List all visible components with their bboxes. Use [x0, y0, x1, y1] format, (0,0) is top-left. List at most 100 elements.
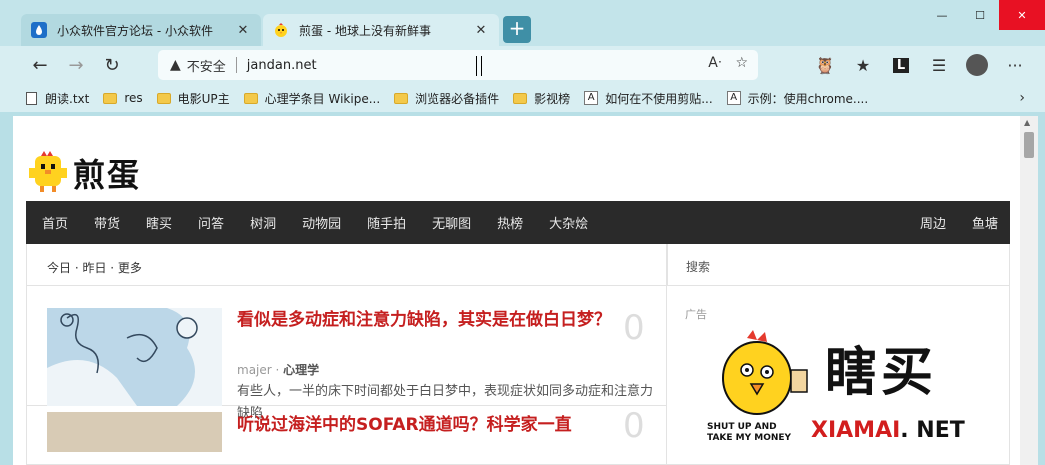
comment-count[interactable]: 0	[623, 406, 645, 446]
droplet-icon	[31, 22, 47, 38]
nav-item[interactable]: 随手拍	[367, 213, 406, 232]
folder-icon	[243, 92, 258, 104]
post-thumbnail[interactable]	[47, 412, 222, 452]
nav-item[interactable]: 树洞	[250, 213, 276, 232]
post-meta: majer · 心理学	[237, 363, 320, 377]
url-text[interactable]: jandan.net	[247, 58, 317, 73]
sidebar: 搜索 广告 瞎买 SHUT UP AND TAKE MY MONEY XIAMA…	[667, 244, 1010, 465]
browser-window: 小众软件官方论坛 - 小众软件 ✕ 煎蛋 - 地球上没有新鲜事 ✕ + — ☐ …	[0, 0, 1045, 465]
bookmark-label: 心理学条目 Wikipe...	[264, 91, 381, 106]
folder-icon	[394, 92, 409, 104]
comment-count[interactable]: 0	[623, 308, 645, 348]
nav-item[interactable]: 问答	[198, 213, 224, 232]
nav-item[interactable]: 瞎买	[146, 213, 172, 232]
nav-item[interactable]: 无聊图	[432, 213, 471, 232]
document-icon	[26, 91, 37, 105]
address-actions: Aᐧ ☆	[708, 55, 748, 71]
folder-icon	[513, 92, 528, 104]
close-tab-icon[interactable]: ✕	[473, 23, 489, 38]
post-list: 今日 · 昨日 · 更多 看似是多动症和注意力缺陷，其实是在做白日梦？ 0 ma…	[26, 244, 667, 465]
post-thumbnail[interactable]	[47, 308, 222, 406]
bookmark-item[interactable]: A 如何在不使用剪贴...	[584, 90, 713, 107]
bookmarks-bar: 朗读.txt res 电影UP主 心理学条目 Wikipe... 浏览器必备插件…	[0, 84, 1045, 112]
tab-xiaozhong[interactable]: 小众软件官方论坛 - 小众软件 ✕	[21, 14, 261, 46]
chick-logo-icon	[29, 151, 67, 192]
bookmark-item[interactable]: 朗读.txt	[26, 90, 89, 107]
post-title[interactable]: 听说过海洋中的SOFAR通道吗？科学家一直	[237, 410, 572, 435]
nav-item[interactable]: 动物园	[302, 213, 341, 232]
close-tab-icon[interactable]: ✕	[235, 23, 251, 38]
ad-domain: XIAMAI. NET	[811, 418, 965, 443]
bookmark-label: 如何在不使用剪贴...	[605, 91, 713, 106]
read-aloud-icon[interactable]: Aᐧ	[708, 55, 721, 71]
bookmark-label: 影视榜	[534, 91, 571, 106]
search-header[interactable]: 搜索	[667, 244, 1009, 286]
post-list-tabs[interactable]: 今日 · 昨日 · 更多	[27, 244, 666, 286]
ad-banner[interactable]: 瞎买 SHUT UP AND TAKE MY MONEY XIAMAI. NET	[707, 330, 967, 465]
site-logo[interactable]: 煎蛋	[25, 150, 141, 196]
bookmark-item[interactable]: 浏览器必备插件	[394, 90, 499, 107]
ad-title: 瞎买	[825, 343, 938, 403]
minimize-icon[interactable]: —	[923, 0, 961, 30]
add-favorite-icon[interactable]: ☆	[735, 55, 748, 71]
new-tab-button[interactable]: +	[503, 16, 531, 43]
folder-icon	[103, 92, 118, 104]
post-title[interactable]: 看似是多动症和注意力缺陷，其实是在做白日梦？	[237, 308, 632, 332]
post-author[interactable]: majer	[237, 363, 272, 377]
back-icon[interactable]: ←	[22, 50, 58, 80]
security-label[interactable]: 不安全	[187, 56, 226, 75]
bookmark-label: res	[124, 91, 143, 105]
toolbar: ← → ↻ ▲ 不安全 jandan.net Aᐧ ☆ 🦉 ★ L ☰ ···	[0, 46, 1045, 84]
bookmark-label: 浏览器必备插件	[415, 91, 500, 106]
chick-icon	[275, 23, 287, 37]
nav-item[interactable]: 鱼塘	[972, 213, 998, 232]
bookmark-item[interactable]: 影视榜	[513, 90, 570, 107]
address-bar[interactable]: ▲ 不安全 jandan.net Aᐧ ☆	[158, 50, 758, 80]
maximize-icon[interactable]: ☐	[961, 0, 999, 30]
page-a-icon: A	[726, 91, 741, 105]
web-page: 煎蛋 首页 带货 瞎买 问答 树洞 动物园 随手拍 无聊图 热榜 大杂烩 周边 …	[13, 116, 1020, 465]
tab-jandan[interactable]: 煎蛋 - 地球上没有新鲜事 ✕	[263, 14, 499, 46]
bookmark-label: 电影UP主	[177, 91, 230, 106]
extension-tools: 🦉 ★ L ☰ ···	[809, 50, 1031, 80]
favorites-star-icon[interactable]: ★	[847, 50, 879, 80]
logo-text: 煎蛋	[73, 156, 142, 194]
tab-title: 小众软件官方论坛 - 小众软件	[57, 23, 213, 38]
chevron-right-icon[interactable]: ›	[1019, 90, 1025, 106]
list-item[interactable]: 听说过海洋中的SOFAR通道吗？科学家一直 0	[27, 406, 666, 452]
window-controls: — ☐ ✕	[923, 0, 1045, 30]
ad-domain-name: XIAMAI	[811, 418, 901, 443]
nav-right: 周边 鱼塘	[894, 213, 998, 232]
nav-item[interactable]: 大杂烩	[549, 213, 588, 232]
extension-owl-icon[interactable]: 🦉	[809, 50, 841, 80]
tab-strip: 小众软件官方论坛 - 小众软件 ✕ 煎蛋 - 地球上没有新鲜事 ✕ + — ☐ …	[0, 0, 1045, 46]
extension-l-icon[interactable]: L	[885, 50, 917, 80]
ad-slogan: SHUT UP AND TAKE MY MONEY	[707, 422, 792, 443]
nav-item[interactable]: 首页	[42, 213, 68, 232]
nav-item[interactable]: 热榜	[497, 213, 523, 232]
daydream-illustration-icon	[47, 308, 222, 406]
bookmark-item[interactable]: res	[103, 91, 143, 105]
nav-item[interactable]: 带货	[94, 213, 120, 232]
collections-icon[interactable]: ☰	[923, 50, 955, 80]
scrollbar-thumb[interactable]	[1024, 132, 1034, 158]
scroll-up-icon[interactable]: ▲	[1024, 118, 1030, 127]
bookmark-item[interactable]: A 示例：使用chrome....	[726, 90, 869, 107]
bookmark-item[interactable]: 电影UP主	[156, 90, 230, 107]
menu-dots-icon[interactable]: ···	[999, 50, 1031, 80]
page-a-icon: A	[584, 91, 599, 105]
post-category[interactable]: 心理学	[283, 363, 319, 377]
refresh-icon[interactable]: ↻	[94, 50, 130, 80]
profile-avatar[interactable]	[966, 54, 988, 76]
bookmark-label: 示例：使用chrome....	[747, 91, 869, 106]
bookmark-item[interactable]: 心理学条目 Wikipe...	[243, 90, 381, 107]
forward-icon[interactable]: →	[58, 50, 94, 80]
list-item[interactable]: 看似是多动症和注意力缺陷，其实是在做白日梦？ 0 majer · 心理学 有些人…	[27, 286, 666, 421]
warning-icon[interactable]: ▲	[170, 57, 181, 73]
scrollbar[interactable]: ▲	[1020, 116, 1038, 465]
nav-item[interactable]: 周边	[920, 213, 946, 232]
ad-domain-tld: . NET	[900, 418, 965, 443]
bookmark-label: 朗读.txt	[45, 91, 90, 106]
close-window-icon[interactable]: ✕	[999, 0, 1045, 30]
folder-icon	[156, 92, 171, 104]
